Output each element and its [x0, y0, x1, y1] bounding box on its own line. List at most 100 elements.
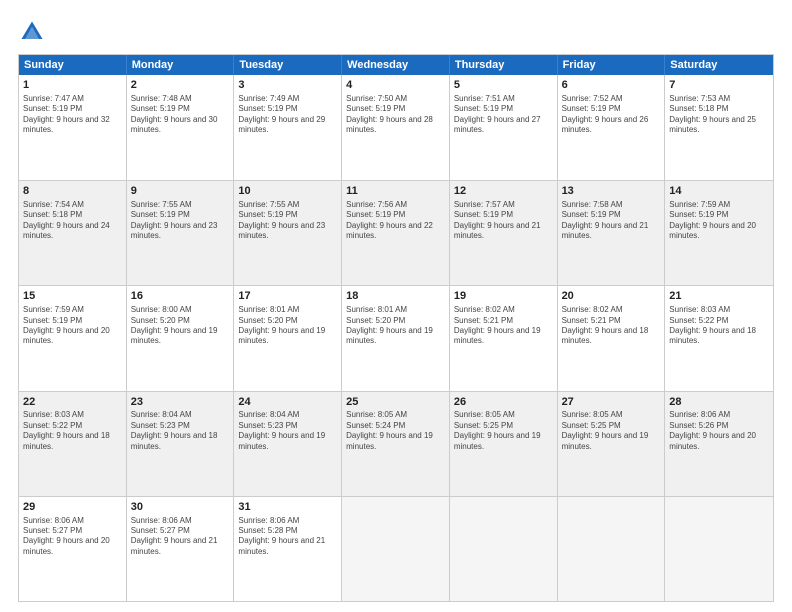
- day-number: 31: [238, 500, 337, 515]
- header-day-thursday: Thursday: [450, 55, 558, 75]
- day-cell-20: 20Sunrise: 8:02 AMSunset: 5:21 PMDayligh…: [558, 286, 666, 390]
- day-number: 15: [23, 289, 122, 304]
- day-info: Sunrise: 8:06 AMSunset: 5:27 PMDaylight:…: [23, 516, 122, 558]
- logo-icon: [18, 18, 46, 46]
- day-info: Sunrise: 7:52 AMSunset: 5:19 PMDaylight:…: [562, 94, 661, 136]
- day-number: 8: [23, 184, 122, 199]
- day-info: Sunrise: 7:58 AMSunset: 5:19 PMDaylight:…: [562, 200, 661, 242]
- day-cell-11: 11Sunrise: 7:56 AMSunset: 5:19 PMDayligh…: [342, 181, 450, 285]
- calendar-row-3: 15Sunrise: 7:59 AMSunset: 5:19 PMDayligh…: [19, 285, 773, 390]
- header-day-monday: Monday: [127, 55, 235, 75]
- empty-cell: [558, 497, 666, 601]
- day-info: Sunrise: 8:03 AMSunset: 5:22 PMDaylight:…: [669, 305, 769, 347]
- day-number: 28: [669, 395, 769, 410]
- day-info: Sunrise: 8:02 AMSunset: 5:21 PMDaylight:…: [562, 305, 661, 347]
- day-cell-9: 9Sunrise: 7:55 AMSunset: 5:19 PMDaylight…: [127, 181, 235, 285]
- day-number: 10: [238, 184, 337, 199]
- day-cell-29: 29Sunrise: 8:06 AMSunset: 5:27 PMDayligh…: [19, 497, 127, 601]
- day-info: Sunrise: 8:05 AMSunset: 5:25 PMDaylight:…: [562, 410, 661, 452]
- day-number: 27: [562, 395, 661, 410]
- day-number: 20: [562, 289, 661, 304]
- day-info: Sunrise: 7:54 AMSunset: 5:18 PMDaylight:…: [23, 200, 122, 242]
- day-number: 18: [346, 289, 445, 304]
- day-cell-10: 10Sunrise: 7:55 AMSunset: 5:19 PMDayligh…: [234, 181, 342, 285]
- empty-cell: [450, 497, 558, 601]
- day-cell-18: 18Sunrise: 8:01 AMSunset: 5:20 PMDayligh…: [342, 286, 450, 390]
- day-number: 13: [562, 184, 661, 199]
- day-info: Sunrise: 8:06 AMSunset: 5:27 PMDaylight:…: [131, 516, 230, 558]
- day-number: 23: [131, 395, 230, 410]
- day-cell-13: 13Sunrise: 7:58 AMSunset: 5:19 PMDayligh…: [558, 181, 666, 285]
- day-number: 26: [454, 395, 553, 410]
- day-number: 2: [131, 78, 230, 93]
- day-number: 16: [131, 289, 230, 304]
- day-cell-2: 2Sunrise: 7:48 AMSunset: 5:19 PMDaylight…: [127, 75, 235, 180]
- day-cell-6: 6Sunrise: 7:52 AMSunset: 5:19 PMDaylight…: [558, 75, 666, 180]
- day-number: 22: [23, 395, 122, 410]
- day-info: Sunrise: 7:55 AMSunset: 5:19 PMDaylight:…: [238, 200, 337, 242]
- day-info: Sunrise: 7:51 AMSunset: 5:19 PMDaylight:…: [454, 94, 553, 136]
- day-info: Sunrise: 8:06 AMSunset: 5:26 PMDaylight:…: [669, 410, 769, 452]
- calendar-row-5: 29Sunrise: 8:06 AMSunset: 5:27 PMDayligh…: [19, 496, 773, 601]
- day-number: 14: [669, 184, 769, 199]
- day-number: 30: [131, 500, 230, 515]
- day-cell-17: 17Sunrise: 8:01 AMSunset: 5:20 PMDayligh…: [234, 286, 342, 390]
- day-info: Sunrise: 8:04 AMSunset: 5:23 PMDaylight:…: [131, 410, 230, 452]
- day-info: Sunrise: 7:55 AMSunset: 5:19 PMDaylight:…: [131, 200, 230, 242]
- day-number: 11: [346, 184, 445, 199]
- day-cell-25: 25Sunrise: 8:05 AMSunset: 5:24 PMDayligh…: [342, 392, 450, 496]
- day-cell-24: 24Sunrise: 8:04 AMSunset: 5:23 PMDayligh…: [234, 392, 342, 496]
- calendar-header: SundayMondayTuesdayWednesdayThursdayFrid…: [19, 55, 773, 75]
- day-info: Sunrise: 7:50 AMSunset: 5:19 PMDaylight:…: [346, 94, 445, 136]
- day-info: Sunrise: 8:03 AMSunset: 5:22 PMDaylight:…: [23, 410, 122, 452]
- day-info: Sunrise: 8:05 AMSunset: 5:24 PMDaylight:…: [346, 410, 445, 452]
- header-day-friday: Friday: [558, 55, 666, 75]
- day-number: 19: [454, 289, 553, 304]
- calendar: SundayMondayTuesdayWednesdayThursdayFrid…: [18, 54, 774, 602]
- header-day-wednesday: Wednesday: [342, 55, 450, 75]
- day-number: 5: [454, 78, 553, 93]
- header-day-saturday: Saturday: [665, 55, 773, 75]
- day-info: Sunrise: 7:59 AMSunset: 5:19 PMDaylight:…: [23, 305, 122, 347]
- day-info: Sunrise: 7:47 AMSunset: 5:19 PMDaylight:…: [23, 94, 122, 136]
- calendar-row-4: 22Sunrise: 8:03 AMSunset: 5:22 PMDayligh…: [19, 391, 773, 496]
- day-info: Sunrise: 8:04 AMSunset: 5:23 PMDaylight:…: [238, 410, 337, 452]
- day-info: Sunrise: 8:02 AMSunset: 5:21 PMDaylight:…: [454, 305, 553, 347]
- day-cell-8: 8Sunrise: 7:54 AMSunset: 5:18 PMDaylight…: [19, 181, 127, 285]
- day-number: 21: [669, 289, 769, 304]
- header-day-sunday: Sunday: [19, 55, 127, 75]
- day-cell-27: 27Sunrise: 8:05 AMSunset: 5:25 PMDayligh…: [558, 392, 666, 496]
- day-info: Sunrise: 7:53 AMSunset: 5:18 PMDaylight:…: [669, 94, 769, 136]
- calendar-row-2: 8Sunrise: 7:54 AMSunset: 5:18 PMDaylight…: [19, 180, 773, 285]
- day-cell-5: 5Sunrise: 7:51 AMSunset: 5:19 PMDaylight…: [450, 75, 558, 180]
- day-info: Sunrise: 8:05 AMSunset: 5:25 PMDaylight:…: [454, 410, 553, 452]
- day-info: Sunrise: 8:00 AMSunset: 5:20 PMDaylight:…: [131, 305, 230, 347]
- day-info: Sunrise: 7:48 AMSunset: 5:19 PMDaylight:…: [131, 94, 230, 136]
- day-info: Sunrise: 8:01 AMSunset: 5:20 PMDaylight:…: [346, 305, 445, 347]
- day-number: 12: [454, 184, 553, 199]
- day-number: 17: [238, 289, 337, 304]
- day-number: 6: [562, 78, 661, 93]
- calendar-row-1: 1Sunrise: 7:47 AMSunset: 5:19 PMDaylight…: [19, 75, 773, 180]
- logo: [18, 18, 50, 46]
- day-number: 3: [238, 78, 337, 93]
- day-cell-16: 16Sunrise: 8:00 AMSunset: 5:20 PMDayligh…: [127, 286, 235, 390]
- day-number: 4: [346, 78, 445, 93]
- day-cell-15: 15Sunrise: 7:59 AMSunset: 5:19 PMDayligh…: [19, 286, 127, 390]
- day-cell-21: 21Sunrise: 8:03 AMSunset: 5:22 PMDayligh…: [665, 286, 773, 390]
- day-info: Sunrise: 7:57 AMSunset: 5:19 PMDaylight:…: [454, 200, 553, 242]
- page: SundayMondayTuesdayWednesdayThursdayFrid…: [0, 0, 792, 612]
- day-info: Sunrise: 7:59 AMSunset: 5:19 PMDaylight:…: [669, 200, 769, 242]
- day-cell-3: 3Sunrise: 7:49 AMSunset: 5:19 PMDaylight…: [234, 75, 342, 180]
- day-cell-4: 4Sunrise: 7:50 AMSunset: 5:19 PMDaylight…: [342, 75, 450, 180]
- day-number: 1: [23, 78, 122, 93]
- day-cell-19: 19Sunrise: 8:02 AMSunset: 5:21 PMDayligh…: [450, 286, 558, 390]
- day-cell-14: 14Sunrise: 7:59 AMSunset: 5:19 PMDayligh…: [665, 181, 773, 285]
- day-number: 29: [23, 500, 122, 515]
- day-cell-30: 30Sunrise: 8:06 AMSunset: 5:27 PMDayligh…: [127, 497, 235, 601]
- header-day-tuesday: Tuesday: [234, 55, 342, 75]
- day-info: Sunrise: 7:49 AMSunset: 5:19 PMDaylight:…: [238, 94, 337, 136]
- day-number: 7: [669, 78, 769, 93]
- day-info: Sunrise: 8:01 AMSunset: 5:20 PMDaylight:…: [238, 305, 337, 347]
- day-info: Sunrise: 8:06 AMSunset: 5:28 PMDaylight:…: [238, 516, 337, 558]
